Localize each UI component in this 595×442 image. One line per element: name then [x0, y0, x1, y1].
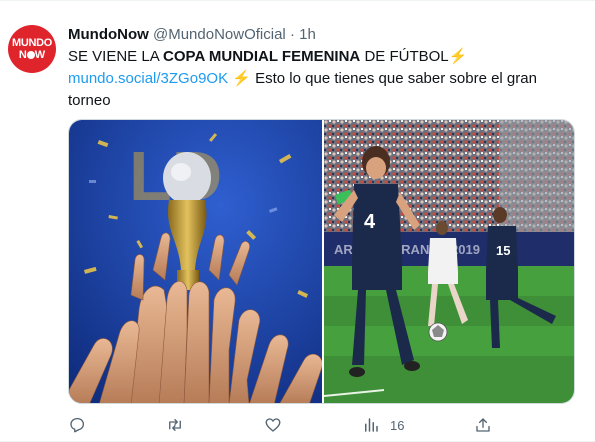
reply-icon [70, 417, 85, 433]
author-handle[interactable]: @MundoNowOficial [153, 26, 286, 43]
timestamp[interactable]: 1h [299, 26, 316, 43]
text-bold: COPA MUNDIAL FEMENINA [163, 48, 361, 65]
share-button[interactable] [474, 416, 492, 434]
tweet-actions: 16 [68, 416, 498, 438]
reply-button[interactable] [68, 416, 86, 434]
tweet-header: MundoNow @MundoNowOficial · 1h [68, 26, 316, 43]
svg-text:15: 15 [496, 243, 510, 258]
tweet-media[interactable]: LD [68, 119, 575, 404]
share-icon [476, 418, 490, 432]
soccer-match-illustration: ARANCE FRANCE 2019 4 15 [323, 120, 574, 403]
retweet-icon [169, 419, 181, 431]
avatar[interactable]: MUNDO NW [8, 25, 56, 73]
views-count: 16 [390, 417, 405, 433]
text-part2: DE FÚTBOL [360, 48, 449, 65]
avatar-logo-line1: MUNDO [11, 36, 53, 49]
retweet-button[interactable] [166, 416, 184, 434]
tweet-text: SE VIENE LA COPA MUNDIAL FEMENINA DE FÚT… [68, 46, 568, 112]
soccer-match-photo[interactable]: ARANCE FRANCE 2019 4 15 [323, 120, 574, 403]
like-button[interactable] [264, 416, 282, 434]
views-button[interactable]: 16 [362, 416, 404, 434]
lightning-emoji: ⚡ [448, 48, 468, 65]
avatar-logo-line2: NW [18, 48, 46, 61]
trophy-photo-illustration: LD [69, 120, 323, 403]
tweet-card[interactable]: MUNDO NW MundoNow @MundoNowOficial · 1h … [0, 0, 595, 442]
tweet-link[interactable]: mundo.social/3ZGo9OK [68, 70, 228, 87]
avatar-logo: MUNDO NW [11, 36, 53, 61]
separator: · [289, 26, 295, 43]
svg-text:4: 4 [364, 211, 376, 233]
views-icon [365, 418, 378, 432]
text-part1: SE VIENE LA [68, 48, 164, 65]
trophy-photo[interactable]: LD [69, 120, 323, 403]
like-icon [265, 418, 281, 432]
author-name[interactable]: MundoNow [68, 26, 149, 43]
lightning-emoji-2: ⚡ [232, 70, 251, 87]
